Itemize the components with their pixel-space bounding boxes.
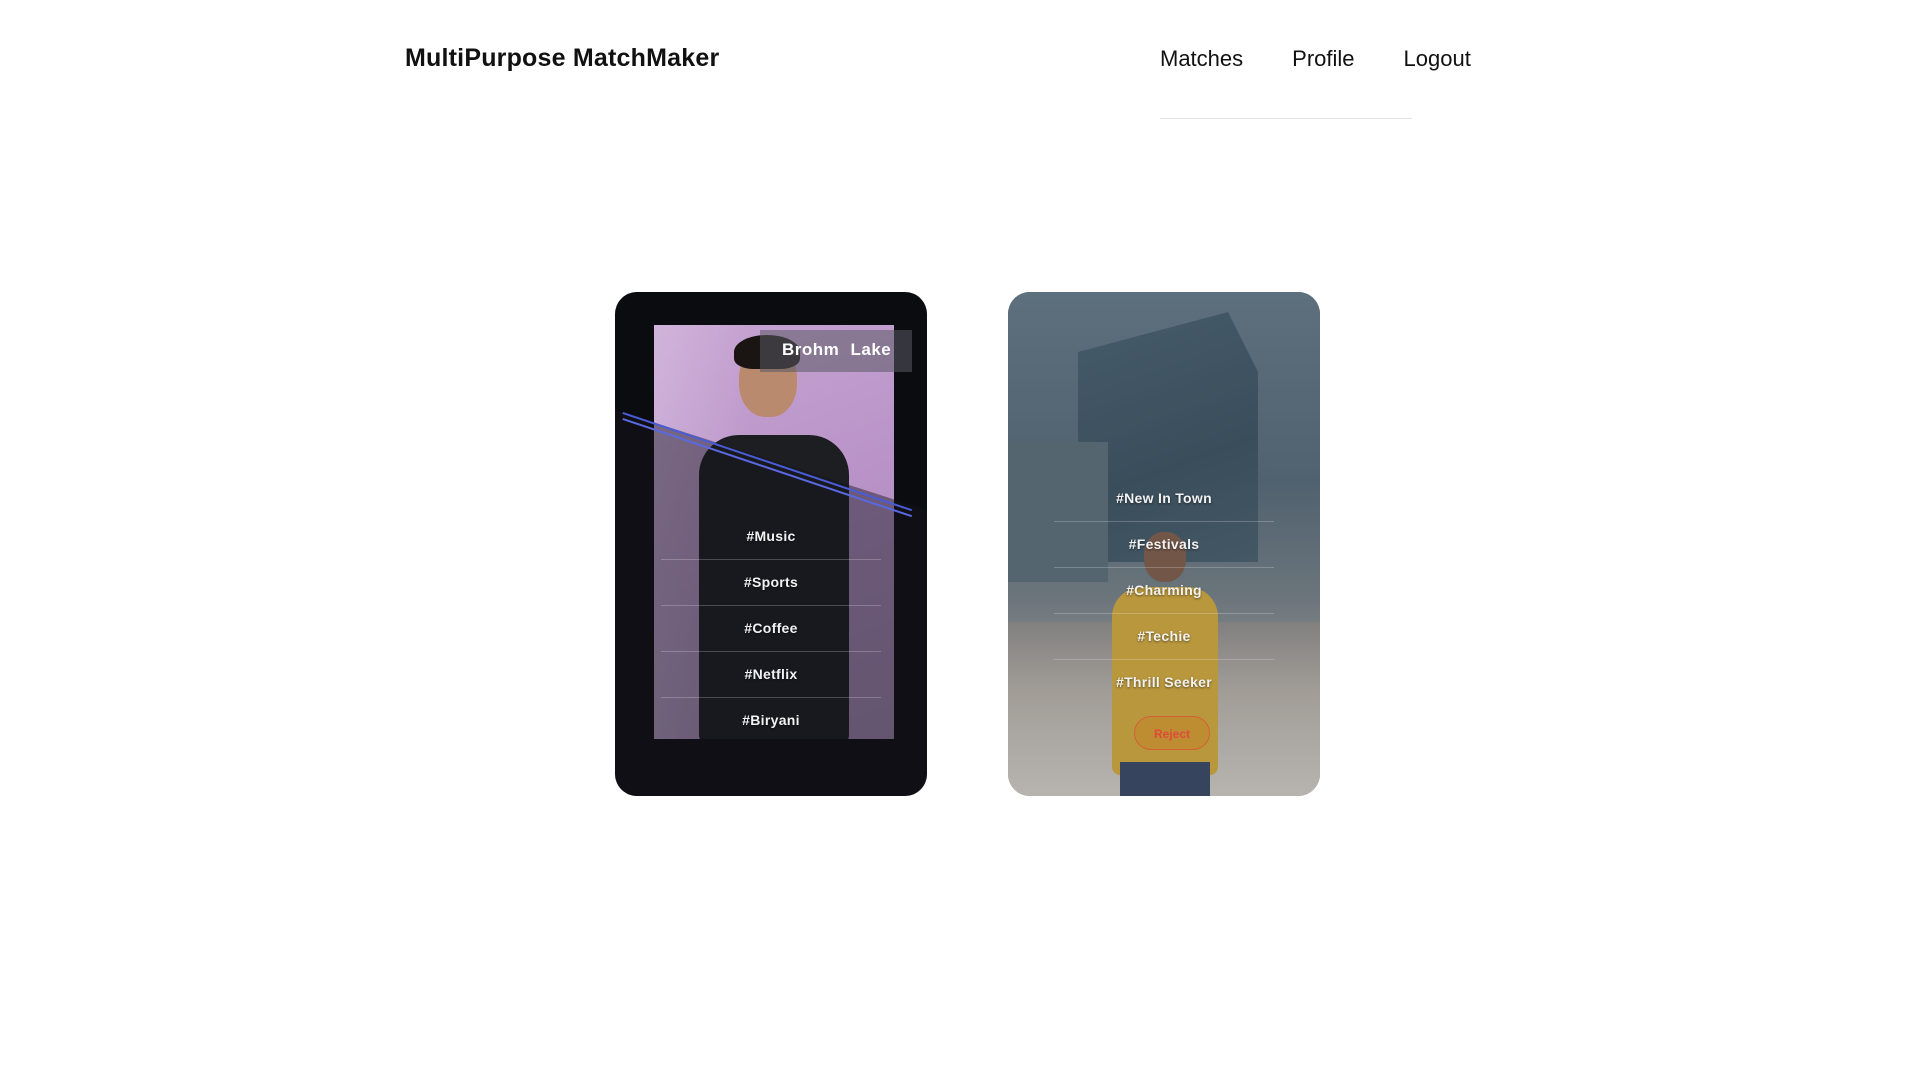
interest-tag: #Festivals — [1054, 522, 1274, 568]
interest-tag-list: #Music #Sports #Coffee #Netflix #Biryani — [661, 514, 881, 743]
interest-tag: #Sports — [661, 560, 881, 606]
reject-button[interactable]: Reject — [1134, 716, 1210, 750]
interest-tag: #Biryani — [742, 712, 800, 728]
interest-tag: #Netflix — [661, 652, 881, 698]
brand-logo[interactable]: MultiPurpose MatchMaker — [405, 44, 719, 73]
interest-tag: #New In Town — [1054, 476, 1274, 522]
profile-name: Brohm Lake — [782, 340, 892, 359]
interest-tag: #Coffee — [661, 606, 881, 652]
nav-menu: Matches Profile Logout — [1160, 44, 1471, 74]
interest-tag: #Music — [661, 514, 881, 560]
match-card[interactable]: #New In Town #Festivals #Charming #Techi… — [1008, 292, 1320, 796]
navbar: MultiPurpose MatchMaker Matches Profile … — [0, 0, 1920, 120]
match-card[interactable]: Brohm Lake #Music #Sports #Coffee #Netfl… — [615, 292, 927, 796]
interest-tag: #Techie — [1054, 614, 1274, 660]
nav-logout-link[interactable]: Logout — [1404, 44, 1471, 74]
interest-tag: #Charming — [1054, 568, 1274, 614]
nav-matches-link[interactable]: Matches — [1160, 44, 1243, 74]
interest-tag: #Thrill Seeker — [1115, 674, 1213, 690]
interest-tag-list: #New In Town #Festivals #Charming #Techi… — [1054, 476, 1274, 705]
nav-divider — [1160, 118, 1412, 119]
nav-profile-link[interactable]: Profile — [1292, 44, 1354, 74]
